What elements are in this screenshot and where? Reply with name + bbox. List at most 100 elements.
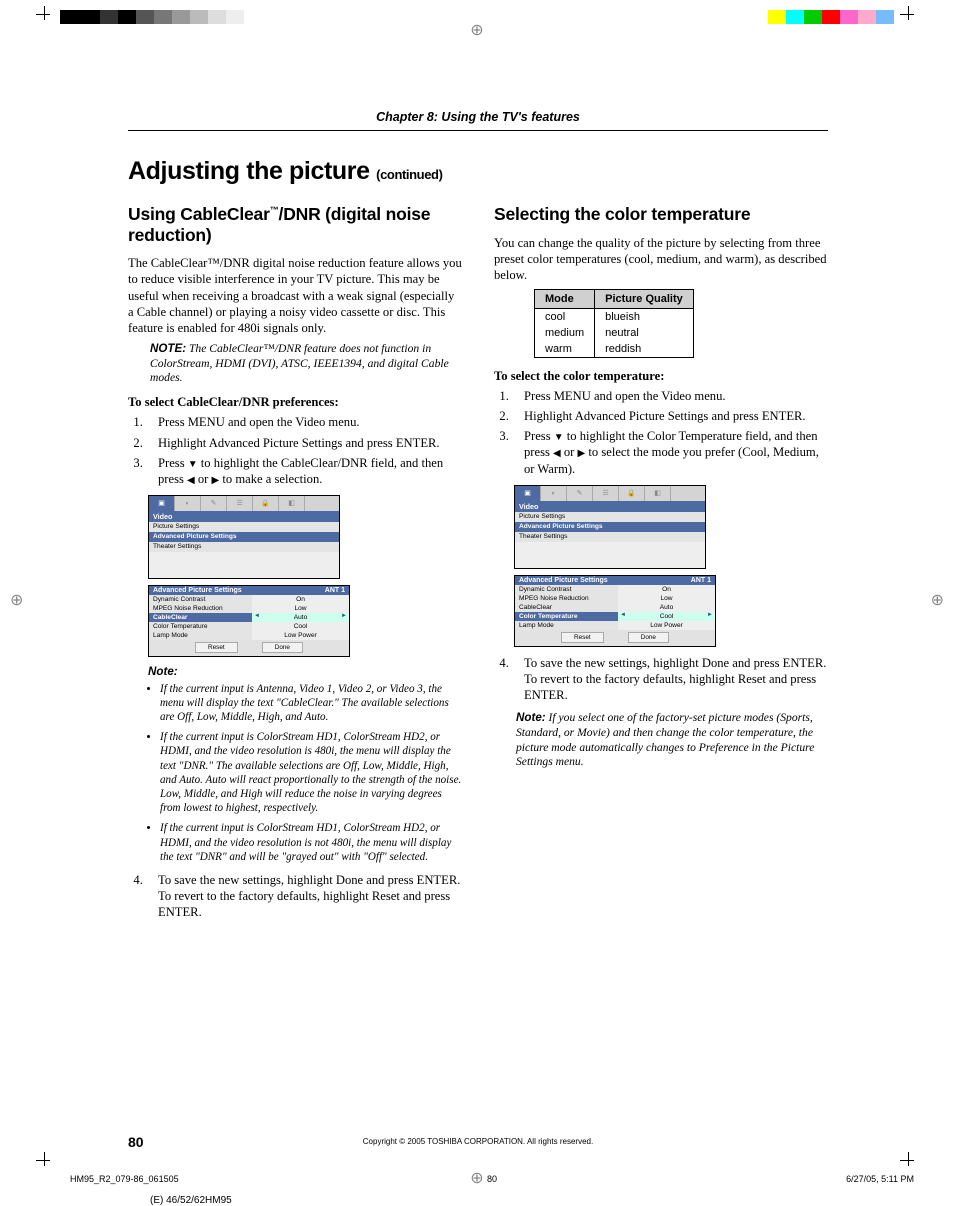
osd-item: Picture Settings <box>149 522 339 532</box>
osd-tab-icon: ✎ <box>201 496 227 511</box>
crop-mark-icon <box>36 1152 54 1170</box>
steps-list-continued: To save the new settings, highlight Done… <box>504 655 828 703</box>
note-bullet: If the current input is ColorStream HD1,… <box>160 730 462 815</box>
copyright-footer: Copyright © 2005 TOSHIBA CORPORATION. Al… <box>128 1137 828 1146</box>
aps-val: On <box>252 595 349 604</box>
left-triangle-icon: ◀ <box>553 449 561 459</box>
right-arrow-icon: ► <box>341 613 347 619</box>
td-quality: neutral <box>595 325 694 341</box>
step-item: Press MENU and open the Video menu. <box>512 388 828 404</box>
td-quality: blueish <box>595 308 694 325</box>
aps-title: Advanced Picture Settings <box>153 587 242 594</box>
osd-item: Picture Settings <box>515 512 705 522</box>
aps-val-selected: ◄ Auto ► <box>252 613 349 622</box>
td-mode: cool <box>535 308 595 325</box>
steps-list: Press MENU and open the Video menu. High… <box>504 388 828 477</box>
procedure-heading: To select the color temperature: <box>494 368 828 384</box>
steps-list-continued: To save the new settings, highlight Done… <box>138 872 462 920</box>
aps-key-selected: CableClear <box>149 613 252 622</box>
osd-menu-label: Video <box>149 511 339 522</box>
note-text: If you select one of the factory-set pic… <box>516 711 814 768</box>
aps-val-text: Auto <box>294 614 308 621</box>
note-bullet: If the current input is ColorStream HD1,… <box>160 821 462 864</box>
chapter-heading: Chapter 8: Using the TV's features <box>128 110 828 124</box>
aps-key: Dynamic Contrast <box>515 585 618 594</box>
aps-val: Auto <box>618 603 715 612</box>
step-text: Press <box>158 456 188 470</box>
aps-reset-button: Reset <box>561 632 604 643</box>
intro-paragraph: The CableClear™/DNR digital noise reduct… <box>128 255 462 336</box>
th-mode: Mode <box>535 289 595 308</box>
down-triangle-icon: ▼ <box>188 460 198 470</box>
trademark-symbol: ™ <box>270 205 279 215</box>
aps-title: Advanced Picture Settings <box>519 577 608 584</box>
aps-key-selected: Color Temperature <box>515 612 618 621</box>
step-item: Highlight Advanced Picture Settings and … <box>146 435 462 451</box>
note-bullet: If the current input is Antenna, Video 1… <box>160 682 462 725</box>
registration-mark-right-icon: ⊕ <box>931 590 944 610</box>
note-text: The CableClear™/DNR feature does not fun… <box>150 342 449 385</box>
intro-paragraph: You can change the quality of the pictur… <box>494 235 828 283</box>
aps-val: Low <box>252 604 349 613</box>
aps-key: MPEG Noise Reduction <box>515 594 618 603</box>
slug-page: 80 <box>487 1174 497 1184</box>
aps-key: Color Temperature <box>149 622 252 631</box>
page-title-continued: (continued) <box>376 167 442 182</box>
aps-val: Cool <box>252 622 349 631</box>
aps-input: ANT 1 <box>325 587 345 594</box>
td-mode: medium <box>535 325 595 341</box>
osd-item: Theater Settings <box>515 532 705 542</box>
print-slug: HM95_R2_079-86_061505 80 6/27/05, 5:11 P… <box>70 1174 914 1184</box>
notes-block: Note: If the current input is Antenna, V… <box>148 665 462 864</box>
step-item: Press ▼ to highlight the Color Temperatu… <box>512 428 828 476</box>
step-text: to make a selection. <box>219 472 322 486</box>
left-triangle-icon: ◀ <box>187 476 195 486</box>
osd-item: Theater Settings <box>149 542 339 552</box>
osd-tab-icon: ◧ <box>645 486 671 501</box>
left-arrow-icon: ◄ <box>254 613 260 619</box>
note-label: Note: <box>516 711 546 724</box>
note-label: Note: <box>148 665 462 680</box>
osd-video-menu: ▣ ◐ ✎ ☰ 🔒 ◧ Video Picture Settings Advan… <box>514 485 706 569</box>
aps-val-text: Cool <box>660 613 674 620</box>
advanced-picture-settings-panel: Advanced Picture SettingsANT 1 Dynamic C… <box>148 585 350 657</box>
page-title: Adjusting the picture (continued) <box>128 157 828 186</box>
steps-list: Press MENU and open the Video menu. High… <box>138 414 462 486</box>
section-heading-cableclear: Using CableClear™/DNR (digital noise red… <box>128 204 462 245</box>
osd-tab-icon: ◐ <box>541 486 567 501</box>
registration-mark-left-icon: ⊕ <box>10 590 23 610</box>
heading-text: Using CableClear <box>128 204 270 224</box>
step-item: Highlight Advanced Picture Settings and … <box>512 408 828 424</box>
aps-val-selected: ◄Cool► <box>618 612 715 621</box>
osd-tab-video-icon: ▣ <box>149 496 175 511</box>
step-item: Press MENU and open the Video menu. <box>146 414 462 430</box>
osd-item-selected: Advanced Picture Settings <box>149 532 339 542</box>
down-triangle-icon: ▼ <box>554 433 564 443</box>
td-quality: reddish <box>595 341 694 358</box>
osd-tab-video-icon: ▣ <box>515 486 541 501</box>
crop-mark-icon <box>900 6 918 24</box>
divider <box>128 130 828 131</box>
note-label: NOTE: <box>150 342 186 355</box>
procedure-heading: To select CableClear/DNR preferences: <box>128 394 462 410</box>
registration-mark-top-icon: ⊕ <box>470 20 483 40</box>
left-column: Using CableClear™/DNR (digital noise red… <box>128 204 462 928</box>
td-mode: warm <box>535 341 595 358</box>
osd-tab-icon: 🔒 <box>619 486 645 501</box>
aps-key: MPEG Noise Reduction <box>149 604 252 613</box>
right-column: Selecting the color temperature You can … <box>494 204 828 928</box>
step-text: or <box>195 472 212 486</box>
aps-val: Low Power <box>618 621 715 630</box>
aps-reset-button: Reset <box>195 642 238 653</box>
osd-tab-icon: 🔒 <box>253 496 279 511</box>
aps-done-button: Done <box>628 632 669 643</box>
aps-input: ANT 1 <box>691 577 711 584</box>
osd-video-menu: ▣ ◐ ✎ ☰ 🔒 ◧ Video Picture Settings Advan… <box>148 495 340 579</box>
color-temperature-table: ModePicture Quality coolblueish mediumne… <box>534 289 694 358</box>
osd-tab-icon: ☰ <box>227 496 253 511</box>
aps-val: On <box>618 585 715 594</box>
crop-mark-icon <box>36 6 54 24</box>
crop-mark-icon <box>900 1152 918 1170</box>
osd-tab-icon: ☰ <box>593 486 619 501</box>
aps-val: Low Power <box>252 631 349 640</box>
